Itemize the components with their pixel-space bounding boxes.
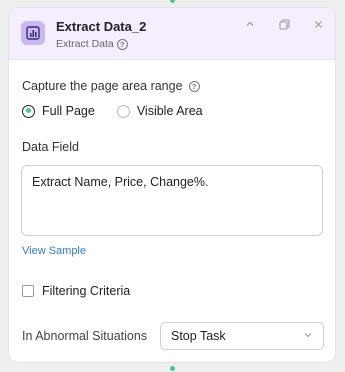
abnormal-situations-label: In Abnormal Situations	[22, 329, 148, 343]
node-subtitle-text: Extract Data	[56, 38, 114, 50]
data-field-label: Data Field	[22, 140, 79, 154]
node-subtitle: Extract Data ?	[56, 38, 128, 50]
top-connector-dot[interactable]	[170, 0, 175, 3]
header-actions	[243, 17, 325, 31]
chevron-down-icon	[303, 329, 313, 343]
capture-range-options: Full Page Visible Area	[22, 104, 225, 118]
capture-range-label-text: Capture the page area range	[22, 79, 183, 93]
help-icon[interactable]: ?	[116, 38, 128, 50]
node-header: Extract Data_2 Extract Data ?	[9, 8, 335, 60]
radio-visible-area-label: Visible Area	[136, 104, 203, 118]
radio-full-page-label: Full Page	[42, 104, 95, 118]
help-icon[interactable]: ?	[188, 80, 200, 92]
filtering-criteria-label: Filtering Criteria	[42, 284, 131, 298]
bar-chart-icon	[21, 21, 45, 45]
filtering-criteria-checkbox[interactable]	[22, 285, 34, 297]
radio-full-page[interactable]: Full Page	[22, 104, 95, 118]
data-field-input[interactable]: Extract Name, Price, Change%.	[21, 165, 323, 236]
capture-range-label: Capture the page area range ?	[22, 79, 200, 93]
radio-visible-area[interactable]: Visible Area	[116, 104, 203, 118]
radio-button-selected[interactable]	[22, 104, 35, 118]
extract-data-node-card: Extract Data_2 Extract Data ? Capture th…	[8, 7, 336, 363]
chevron-up-icon[interactable]	[243, 17, 257, 31]
abnormal-situations-select[interactable]: Stop Task	[160, 322, 324, 350]
node-title: Extract Data_2	[56, 19, 147, 34]
radio-button[interactable]	[116, 104, 130, 118]
filtering-criteria-option[interactable]: Filtering Criteria	[22, 284, 130, 298]
bottom-connector-dot[interactable]	[170, 366, 175, 371]
abnormal-situations-value: Stop Task	[171, 329, 226, 343]
copy-icon[interactable]	[277, 17, 291, 31]
close-icon[interactable]	[311, 17, 325, 31]
view-sample-link[interactable]: View Sample	[22, 245, 86, 257]
